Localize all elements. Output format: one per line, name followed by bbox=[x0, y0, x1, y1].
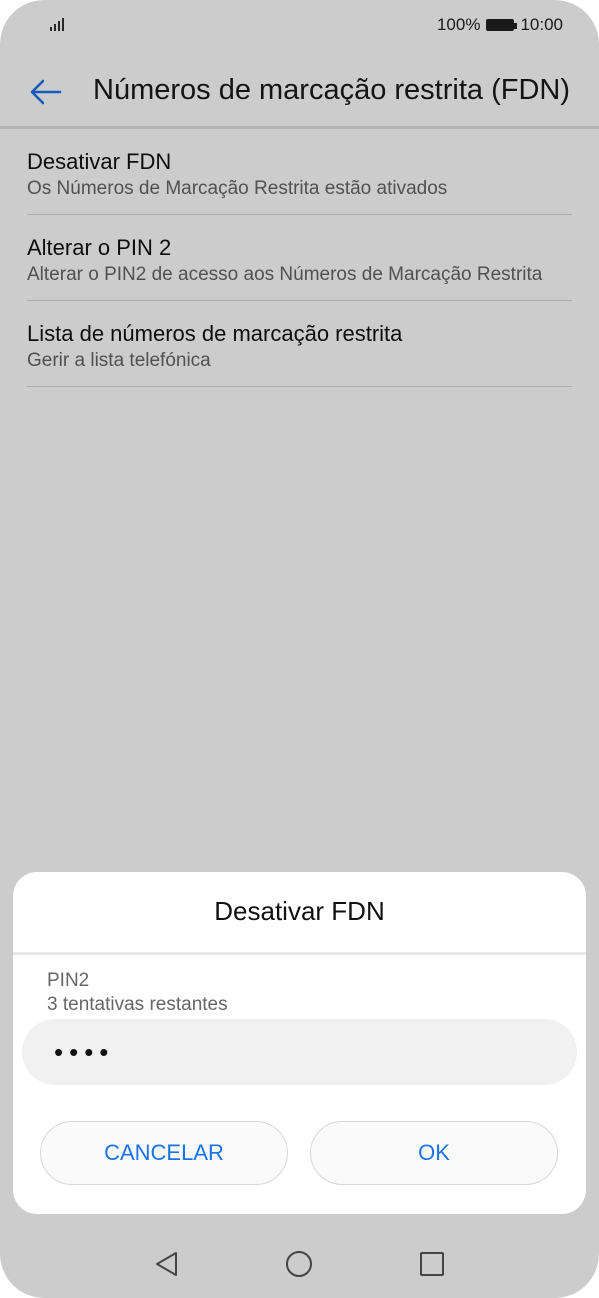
pin2-label-block: PIN2 3 tentativas restantes bbox=[47, 969, 228, 1017]
screen: 100% 10:00 Números de marcação restrita … bbox=[0, 0, 599, 1298]
pin2-input[interactable]: •••• bbox=[22, 1019, 577, 1085]
disable-fdn-dialog: Desativar FDN PIN2 3 tentativas restante… bbox=[13, 872, 586, 1214]
dialog-divider bbox=[13, 952, 586, 955]
ok-button[interactable]: OK bbox=[310, 1121, 558, 1185]
pin2-label: PIN2 bbox=[47, 970, 90, 991]
cancel-button[interactable]: CANCELAR bbox=[40, 1121, 288, 1185]
attempts-remaining: 3 tentativas restantes bbox=[47, 994, 228, 1015]
dialog-title: Desativar FDN bbox=[214, 896, 385, 926]
phone-frame: 100% 10:00 Números de marcação restrita … bbox=[0, 0, 599, 1298]
pin2-masked-value: •••• bbox=[54, 1036, 115, 1067]
